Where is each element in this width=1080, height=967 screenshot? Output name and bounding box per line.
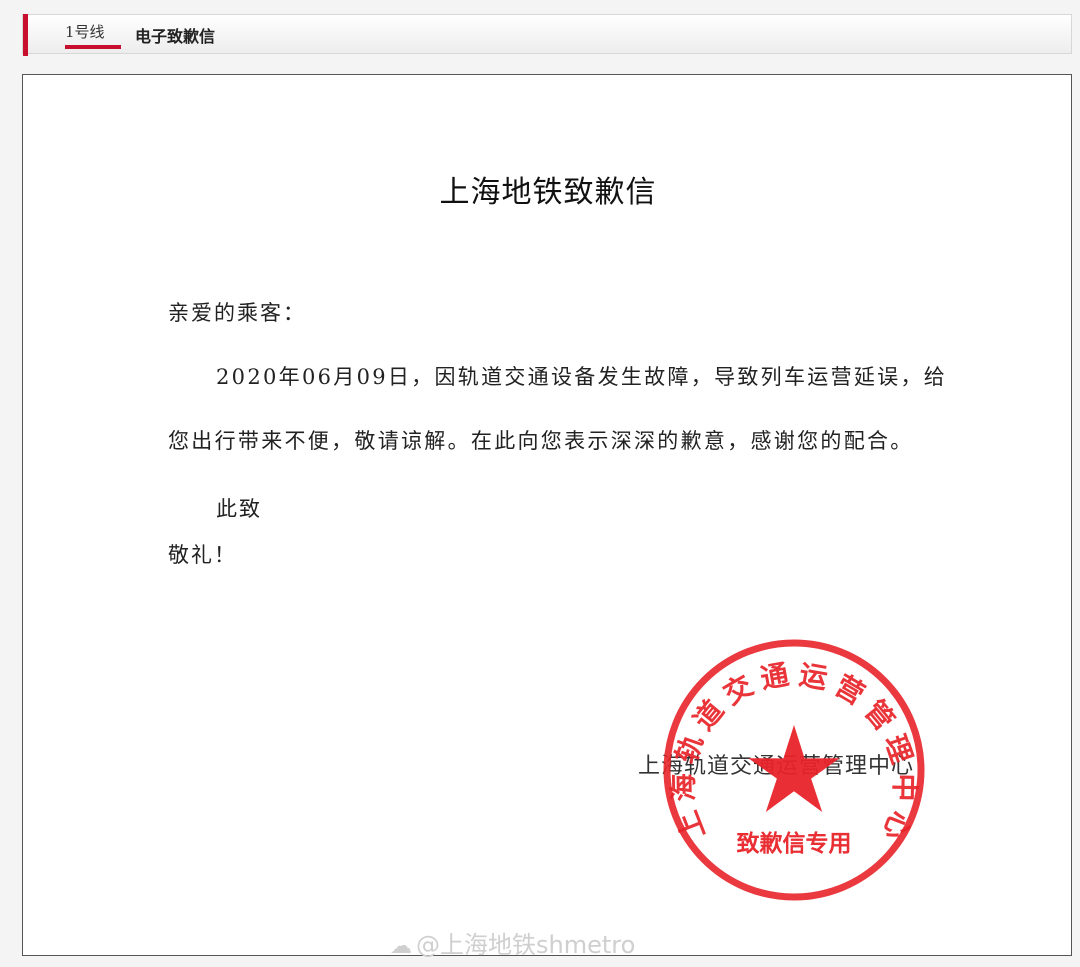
letter-closing-2: 敬礼！ <box>168 543 237 567</box>
star-icon <box>748 725 840 812</box>
watermark-text: @上海地铁shmetro <box>416 931 636 959</box>
official-seal: 上海轨道交通运营管理中心 致歉信专用 <box>663 639 925 901</box>
header-bar: 1号线 电子致歉信 <box>22 14 1072 56</box>
tab-line-1[interactable]: 1号线 <box>65 21 105 42</box>
weibo-icon: ☁ <box>390 934 412 959</box>
apology-letter: 上海地铁致歉信 亲爱的乘客： 2020年06月09日，因轨道交通设备发生故障，导… <box>22 74 1072 956</box>
seal-bottom-text: 致歉信专用 <box>737 830 852 857</box>
letter-body-line-1: 2020年06月09日，因轨道交通设备发生故障，导致列车运营延误，给 <box>216 365 948 389</box>
weibo-watermark: ☁ @上海地铁shmetro <box>390 925 635 960</box>
tab-active-underline <box>65 45 121 49</box>
letter-title: 上海地铁致歉信 <box>439 175 657 210</box>
letter-salutation: 亲爱的乘客： <box>168 301 306 325</box>
letter-body-line-2: 您出行带来不便，敬请谅解。在此向您表示深深的歉意，感谢您的配合。 <box>168 429 914 453</box>
letter-closing-1: 此致 <box>216 497 262 521</box>
page-title: 电子致歉信 <box>135 27 216 46</box>
header-accent <box>23 14 28 56</box>
